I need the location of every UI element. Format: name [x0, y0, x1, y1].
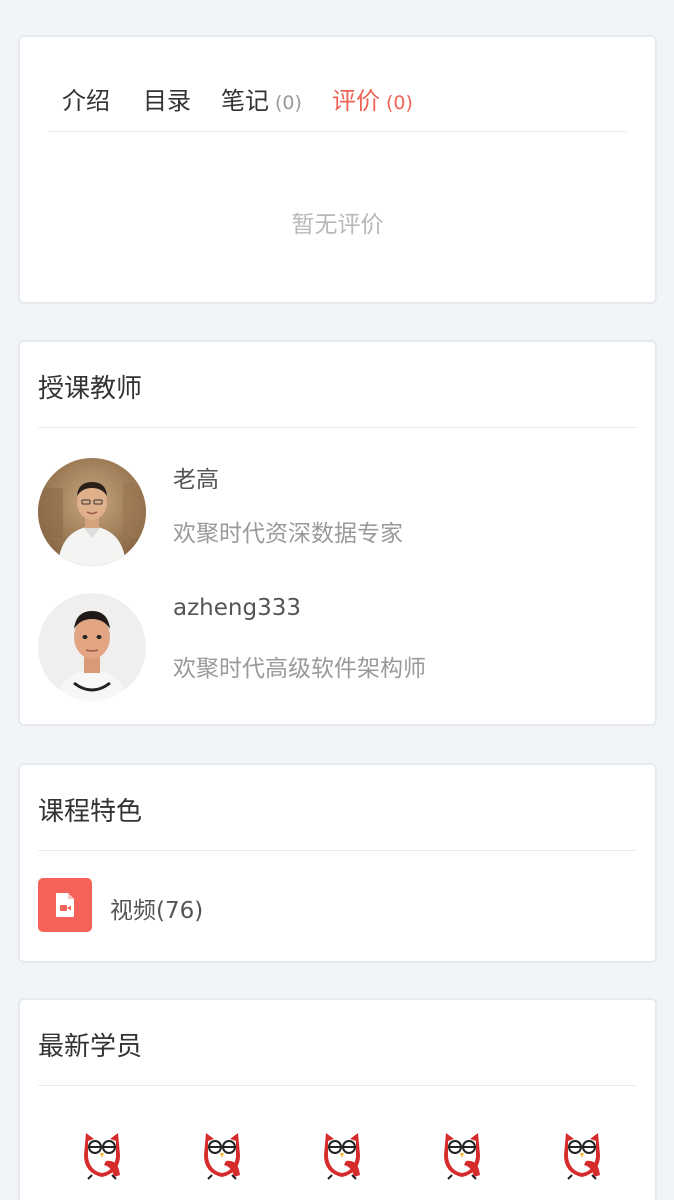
teacher-name: 老高: [173, 467, 219, 493]
teacher-avatar[interactable]: [38, 458, 146, 566]
tab-catalog-label: 目录: [143, 87, 191, 115]
teacher-item[interactable]: 老高 欢聚时代资深数据专家: [38, 458, 637, 568]
feature-video-label: 视频(76): [110, 898, 204, 924]
divider: [38, 850, 637, 851]
tab-bar: 介绍 目录 笔记 (0) 评价 (0): [48, 37, 627, 132]
tab-reviews-label: 评价: [332, 87, 380, 115]
teacher-name: azheng333: [173, 595, 301, 621]
student-owl-avatar-icon[interactable]: [434, 1125, 490, 1181]
tab-notes-label: 笔记: [221, 87, 269, 115]
tab-intro[interactable]: 介绍: [62, 81, 110, 116]
tab-notes-count: (0): [275, 92, 302, 114]
student-owl-avatar-icon[interactable]: [194, 1125, 250, 1181]
tab-intro-label: 介绍: [62, 87, 110, 115]
latest-students-card: 最新学员: [18, 998, 657, 1200]
teacher-item[interactable]: azheng333 欢聚时代高级软件架构师: [38, 593, 637, 703]
video-file-icon: [38, 878, 92, 932]
teachers-title: 授课教师: [38, 374, 143, 404]
tab-notes[interactable]: 笔记 (0): [221, 81, 302, 116]
teacher-avatar[interactable]: [38, 593, 146, 701]
teacher-description: 欢聚时代高级软件架构师: [173, 656, 426, 682]
tab-catalog[interactable]: 目录: [143, 81, 191, 116]
features-title: 课程特色: [38, 797, 143, 827]
student-owl-avatar-icon[interactable]: [554, 1125, 610, 1181]
empty-reviews-message: 暂无评价: [291, 212, 384, 238]
divider: [38, 1085, 637, 1086]
teachers-card: 授课教师 老高 欢聚时代资深数据专家 azheng333 欢聚时代高级软件架构师: [18, 340, 657, 726]
tab-reviews[interactable]: 评价 (0): [332, 81, 413, 116]
course-features-card: 课程特色 视频(76): [18, 763, 657, 963]
student-owl-avatar-icon[interactable]: [74, 1125, 130, 1181]
student-owl-avatar-icon[interactable]: [314, 1125, 370, 1181]
course-tabs-card: 介绍 目录 笔记 (0) 评价 (0) 暂无评价: [18, 35, 657, 304]
teacher-description: 欢聚时代资深数据专家: [173, 521, 403, 547]
tab-reviews-count: (0): [386, 92, 413, 114]
students-title: 最新学员: [38, 1032, 143, 1062]
divider: [38, 427, 637, 428]
